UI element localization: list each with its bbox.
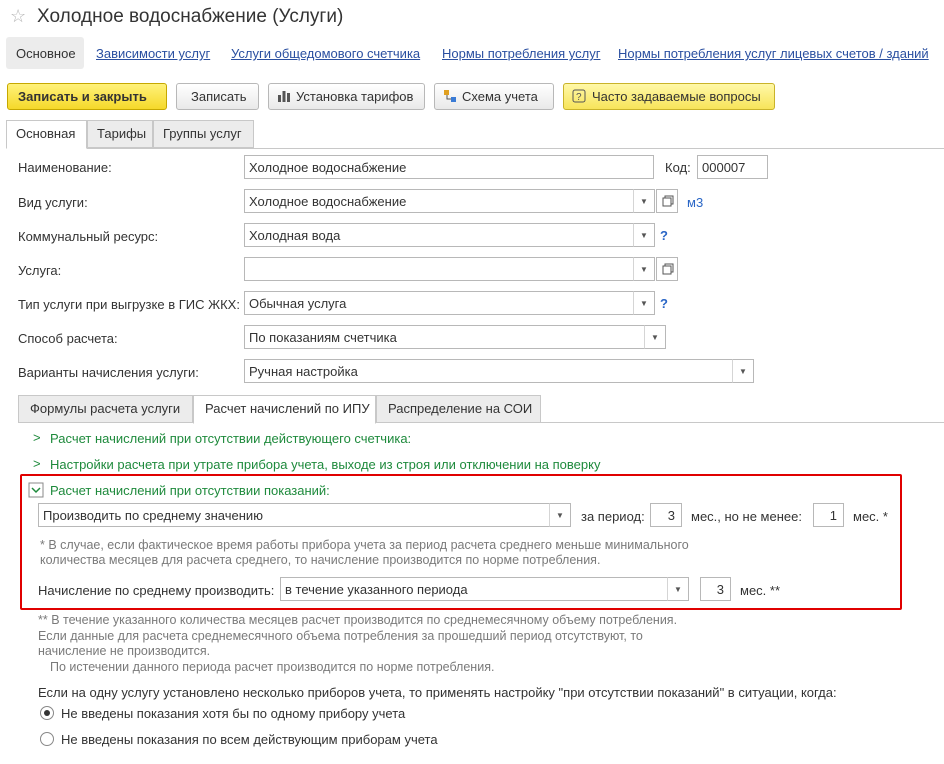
note-min-period-2: количества месяцев для расчета среднего,…: [40, 553, 601, 567]
help-gis-icon[interactable]: ?: [660, 296, 668, 311]
open-form-icon: [662, 263, 674, 275]
radio-all-meters[interactable]: [40, 732, 54, 746]
avg-value: в течение указанного периода: [285, 582, 468, 597]
min-months-input[interactable]: 1: [813, 503, 844, 527]
note-avg-4: По истечении данного периода расчет прои…: [50, 660, 495, 674]
dropdown-arrow-icon[interactable]: ▼: [644, 325, 666, 349]
nav-tab-norms[interactable]: Нормы потребления услуг: [442, 46, 600, 61]
calc-value: По показаниям счетчика: [249, 330, 397, 345]
avg-label: Начисление по среднему производить:: [38, 583, 275, 598]
kind-value: Холодное водоснабжение: [249, 194, 407, 209]
tariffs-label: Установка тарифов: [296, 89, 414, 104]
note-avg-3: начисление не производится.: [38, 644, 211, 658]
tariffs-button[interactable]: Установка тарифов: [268, 83, 425, 110]
note-avg-2: Если данные для расчета среднемесячного …: [38, 629, 643, 643]
open-service-button[interactable]: [656, 257, 678, 281]
window-title: Холодное водоснабжение (Услуги): [37, 6, 344, 27]
gis-select[interactable]: Обычная услуга ▼: [244, 291, 655, 315]
unit-link[interactable]: м3: [687, 195, 703, 210]
inner-tab-formulas[interactable]: Формулы расчета услуги: [18, 395, 193, 423]
avg-months-input[interactable]: 3: [700, 577, 731, 601]
resource-select[interactable]: Холодная вода ▼: [244, 223, 655, 247]
resource-label: Коммунальный ресурс:: [18, 229, 159, 244]
help-resource-icon[interactable]: ?: [660, 228, 668, 243]
star-icon[interactable]: ☆: [10, 6, 26, 27]
open-kind-button[interactable]: [656, 189, 678, 213]
inner-tab-soi[interactable]: Распределение на СОИ: [376, 395, 541, 423]
bar-chart-icon: [278, 91, 290, 102]
method-select[interactable]: Производить по среднему значению ▼: [38, 503, 571, 527]
name-label: Наименование:: [18, 160, 112, 175]
radio-all-meters-label[interactable]: Не введены показания по всем действующим…: [61, 732, 438, 747]
dropdown-arrow-icon[interactable]: ▼: [633, 257, 655, 281]
section-no-readings[interactable]: Расчет начислений при отсутствии показан…: [50, 483, 330, 498]
method-value: Производить по среднему значению: [43, 508, 263, 523]
dropdown-arrow-icon[interactable]: ▼: [633, 189, 655, 213]
scheme-icon: [444, 90, 456, 102]
calc-label: Способ расчета:: [18, 331, 118, 346]
months-2star-label: мес. **: [740, 583, 781, 598]
save-close-button[interactable]: Записать и закрыть: [7, 83, 167, 110]
period-input[interactable]: 3: [650, 503, 682, 527]
faq-label: Часто задаваемые вопросы: [592, 89, 761, 104]
name-field[interactable]: Холодное водоснабжение: [244, 155, 654, 179]
question-icon: ?: [572, 89, 586, 103]
section-meter-loss[interactable]: Настройки расчета при утрате прибора уче…: [50, 457, 600, 472]
multi-meter-label: Если на одну услугу установлено нескольк…: [38, 685, 837, 700]
code-field[interactable]: 000007: [697, 155, 768, 179]
save-button[interactable]: Записать: [176, 83, 259, 110]
chevron-right-icon[interactable]: >: [33, 456, 41, 471]
variants-select[interactable]: Ручная настройка ▼: [244, 359, 754, 383]
dropdown-arrow-icon[interactable]: ▼: [633, 223, 655, 247]
service-label: Услуга:: [18, 263, 62, 278]
months-star-label: мес. *: [853, 509, 888, 524]
open-form-icon: [662, 195, 674, 207]
nav-tab-account-norms[interactable]: Нормы потребления услуг лицевых счетов /…: [618, 46, 929, 61]
radio-any-meter-label[interactable]: Не введены показания хотя бы по одному п…: [61, 706, 405, 721]
dropdown-arrow-icon[interactable]: ▼: [667, 577, 689, 601]
code-label: Код:: [665, 160, 691, 175]
period-label: за период:: [581, 509, 645, 524]
resource-value: Холодная вода: [249, 228, 341, 243]
nav-tab-dependencies[interactable]: Зависимости услуг: [96, 46, 210, 61]
months-min-label: мес., но не менее:: [691, 509, 802, 524]
checked-box-icon[interactable]: [28, 482, 44, 498]
nav-tab-main[interactable]: Основное: [6, 37, 84, 69]
variants-value: Ручная настройка: [249, 364, 358, 379]
tab-main[interactable]: Основная: [6, 120, 87, 149]
variants-label: Варианты начисления услуги:: [18, 365, 199, 380]
tab-tariffs[interactable]: Тарифы: [87, 120, 153, 148]
service-select[interactable]: ▼: [244, 257, 655, 281]
section-no-meter[interactable]: Расчет начислений при отсутствии действу…: [50, 431, 411, 446]
chevron-right-icon[interactable]: >: [33, 430, 41, 445]
gis-value: Обычная услуга: [249, 296, 347, 311]
dropdown-arrow-icon[interactable]: ▼: [732, 359, 754, 383]
scheme-button[interactable]: Схема учета: [434, 83, 554, 110]
kind-label: Вид услуги:: [18, 195, 88, 210]
avg-select[interactable]: в течение указанного периода ▼: [280, 577, 689, 601]
nav-tab-common-meter[interactable]: Услуги общедомового счетчика: [231, 46, 420, 61]
note-min-period-1: * В случае, если фактическое время работ…: [40, 538, 689, 552]
tab-service-groups[interactable]: Группы услуг: [153, 120, 254, 148]
inner-tab-ipu[interactable]: Расчет начислений по ИПУ: [193, 395, 376, 424]
svg-text:?: ?: [576, 92, 582, 103]
dropdown-arrow-icon[interactable]: ▼: [549, 503, 571, 527]
scheme-label: Схема учета: [462, 89, 538, 104]
note-avg-1: ** В течение указанного количества месяц…: [38, 613, 678, 627]
faq-button[interactable]: ? Часто задаваемые вопросы: [563, 83, 775, 110]
dropdown-arrow-icon[interactable]: ▼: [633, 291, 655, 315]
gis-label: Тип услуги при выгрузке в ГИС ЖКХ:: [18, 297, 240, 312]
kind-select[interactable]: Холодное водоснабжение ▼: [244, 189, 655, 213]
radio-any-meter[interactable]: [40, 706, 54, 720]
tab-underline: [6, 148, 944, 149]
calc-select[interactable]: По показаниям счетчика ▼: [244, 325, 666, 349]
